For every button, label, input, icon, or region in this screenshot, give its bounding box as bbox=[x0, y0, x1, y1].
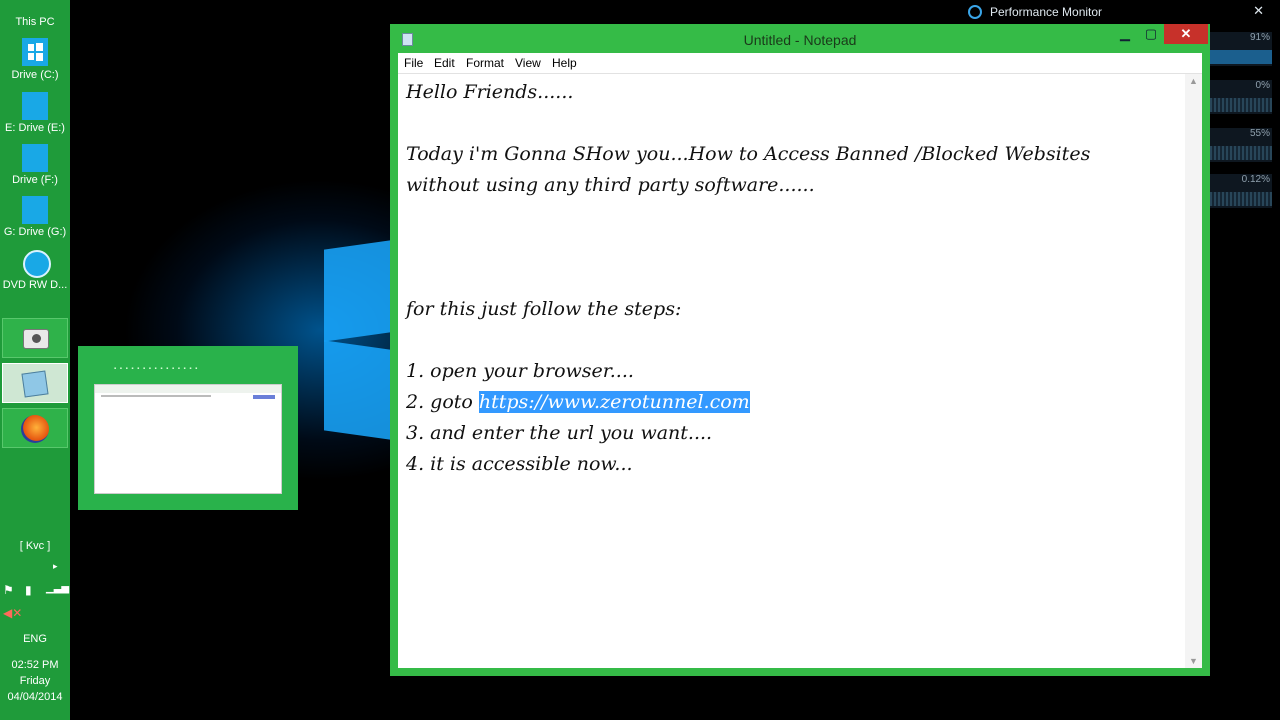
text-line: Today i'm Gonna SHow you...How to Access… bbox=[406, 143, 1091, 165]
clock-day[interactable]: Friday bbox=[0, 675, 70, 687]
perf-graph bbox=[1210, 98, 1272, 112]
text-line bbox=[406, 325, 1176, 356]
user-label[interactable]: [ Kvc ] bbox=[0, 540, 70, 552]
perf-value: 0.12% bbox=[1241, 174, 1270, 185]
drive-e-label[interactable]: E: Drive (E:) bbox=[0, 122, 70, 134]
drive-c-label[interactable]: Drive (C:) bbox=[0, 69, 70, 81]
text-line: without using any third party software..… bbox=[406, 174, 815, 196]
performance-monitor-title: Performance Monitor bbox=[990, 5, 1103, 19]
performance-monitor-header[interactable]: Performance Monitor ✕ bbox=[968, 2, 1280, 24]
perf-row-4: 0.12% bbox=[1210, 174, 1272, 208]
text-line-goto: 2. goto https://www.zerotunnel.com bbox=[406, 387, 1176, 418]
selected-url-text[interactable]: https://www.zerotunnel.com bbox=[478, 391, 750, 413]
battery-icon[interactable]: ▮ bbox=[25, 583, 32, 597]
perf-graph bbox=[1210, 192, 1272, 206]
text-line: 3. and enter the url you want.... bbox=[406, 422, 713, 444]
drive-f-label[interactable]: Drive (F:) bbox=[0, 174, 70, 186]
drive-e-icon[interactable] bbox=[22, 92, 48, 120]
text-line: for this just follow the steps: bbox=[406, 298, 682, 320]
clock-date[interactable]: 04/04/2014 bbox=[0, 691, 70, 703]
performance-monitor-logo-icon bbox=[968, 5, 982, 19]
network-signal-icon[interactable]: ▁▃▅ bbox=[46, 583, 69, 594]
dvd-drive-icon[interactable] bbox=[23, 250, 51, 278]
text-line bbox=[406, 201, 1176, 232]
volume-muted-icon[interactable]: ◀✕ bbox=[3, 606, 22, 620]
menu-help[interactable]: Help bbox=[552, 56, 577, 70]
vertical-scrollbar[interactable]: ▲ ▼ bbox=[1185, 74, 1202, 668]
editor-text[interactable]: Hello Friends...... Today i'm Gonna SHow… bbox=[406, 77, 1176, 480]
perf-row-2: 0% bbox=[1210, 80, 1272, 114]
text-line: Hello Friends...... bbox=[406, 81, 574, 103]
scroll-up-icon[interactable]: ▲ bbox=[1185, 76, 1202, 86]
close-icon[interactable]: ✕ bbox=[1253, 3, 1264, 19]
language-indicator[interactable]: ENG bbox=[0, 633, 70, 645]
action-center-flag-icon[interactable]: ⚑ bbox=[3, 583, 14, 597]
minimize-button[interactable]: ▁ bbox=[1112, 24, 1138, 44]
perf-graph bbox=[1210, 50, 1272, 64]
thumbnail-title: ▪ ▪ ▪ ▪ ▪ ▪ ▪ ▪ ▪ ▪ ▪ ▪ ▪ ▪ ▪ bbox=[114, 366, 199, 372]
drive-c-icon[interactable] bbox=[22, 38, 48, 66]
window-title: Untitled - Notepad bbox=[743, 32, 857, 48]
drive-g-icon[interactable] bbox=[22, 196, 48, 224]
text-line: 4. it is accessible now... bbox=[406, 453, 633, 475]
perf-graph bbox=[1210, 146, 1272, 160]
firefox-app-button[interactable] bbox=[2, 408, 68, 448]
text-line bbox=[406, 232, 1176, 263]
notepad-thumbnail-preview[interactable]: ▪ ▪ ▪ ▪ ▪ ▪ ▪ ▪ ▪ ▪ ▪ ▪ ▪ ▪ ▪ bbox=[78, 346, 298, 510]
notepad-window[interactable]: Untitled - Notepad ▁ ▢ ✕ File Edit Forma… bbox=[390, 24, 1210, 676]
notepad-app-button[interactable] bbox=[2, 363, 68, 403]
notepad-icon bbox=[21, 370, 49, 398]
dvd-drive-label[interactable]: DVD RW D... bbox=[0, 279, 70, 291]
clock-time[interactable]: 02:52 PM bbox=[0, 659, 70, 671]
goto-prefix: 2. goto bbox=[406, 391, 479, 413]
this-pc-label[interactable]: This PC bbox=[0, 16, 70, 28]
show-hidden-icons-icon[interactable]: ▸ bbox=[53, 561, 58, 572]
menu-format[interactable]: Format bbox=[466, 56, 504, 70]
menu-view[interactable]: View bbox=[515, 56, 541, 70]
perf-value: 0% bbox=[1255, 80, 1270, 91]
text-line bbox=[406, 263, 1176, 294]
camera-app-button[interactable] bbox=[2, 318, 68, 358]
perf-cpu-row: 91% bbox=[1210, 32, 1272, 66]
drive-f-icon[interactable] bbox=[22, 144, 48, 172]
text-line: 1. open your browser.... bbox=[406, 360, 634, 382]
perf-value: 55% bbox=[1249, 128, 1270, 139]
perf-value: 91% bbox=[1249, 32, 1270, 43]
perf-row-3: 55% bbox=[1210, 128, 1272, 162]
scroll-down-icon[interactable]: ▼ bbox=[1185, 656, 1202, 666]
close-button[interactable]: ✕ bbox=[1164, 24, 1208, 44]
camera-icon bbox=[23, 329, 49, 349]
menu-file[interactable]: File bbox=[404, 56, 423, 70]
desktop: This PC Drive (C:) E: Drive (E:) Drive (… bbox=[0, 0, 1280, 720]
title-bar[interactable]: Untitled - Notepad ▁ ▢ ✕ bbox=[390, 24, 1210, 54]
drive-g-label[interactable]: G: Drive (G:) bbox=[0, 226, 70, 238]
text-line bbox=[406, 108, 1176, 139]
menu-edit[interactable]: Edit bbox=[434, 56, 455, 70]
taskbar: This PC Drive (C:) E: Drive (E:) Drive (… bbox=[0, 0, 70, 720]
menu-bar: File Edit Format View Help bbox=[398, 53, 1202, 74]
maximize-button[interactable]: ▢ bbox=[1138, 24, 1164, 44]
thumbnail-window bbox=[94, 384, 282, 494]
firefox-icon bbox=[21, 415, 49, 443]
text-editor[interactable]: Hello Friends...... Today i'm Gonna SHow… bbox=[398, 74, 1202, 668]
